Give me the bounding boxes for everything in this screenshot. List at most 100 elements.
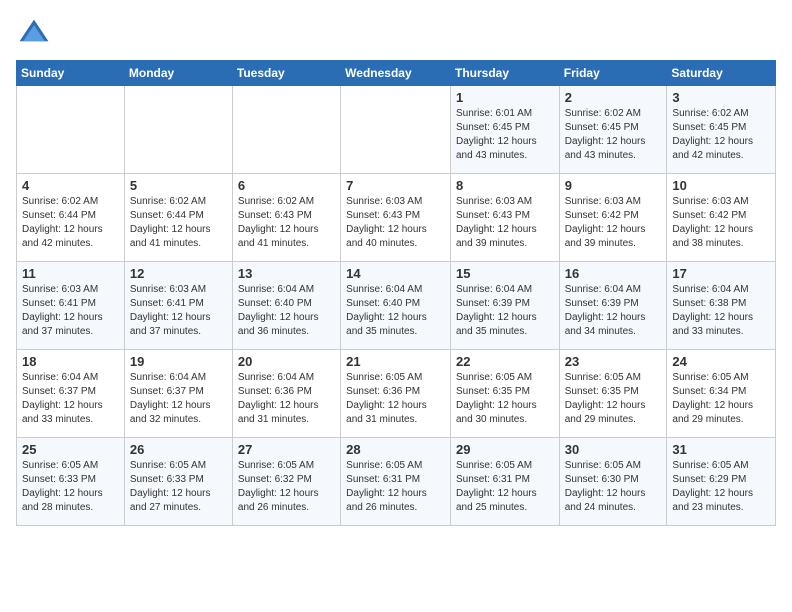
weekday-header-monday: Monday [124, 61, 232, 86]
calendar-cell: 22 Sunrise: 6:05 AM Sunset: 6:35 PM Dayli… [450, 350, 559, 438]
day-info: Sunrise: 6:04 AM Sunset: 6:37 PM Dayligh… [130, 371, 227, 427]
calendar-cell: 7 Sunrise: 6:03 AM Sunset: 6:43 PM Daylig… [341, 174, 451, 262]
day-info: Sunrise: 6:03 AM Sunset: 6:43 PM Dayligh… [346, 195, 445, 251]
calendar-cell: 29 Sunrise: 6:05 AM Sunset: 6:31 PM Dayli… [450, 438, 559, 526]
day-info: Sunrise: 6:05 AM Sunset: 6:33 PM Dayligh… [22, 459, 119, 515]
day-info: Sunrise: 6:05 AM Sunset: 6:35 PM Dayligh… [565, 371, 662, 427]
calendar-cell: 26Sunrise: 6:05 AM Sunset: 6:33 PM Dayli… [124, 438, 232, 526]
day-info: Sunrise: 6:02 AM Sunset: 6:44 PM Dayligh… [130, 195, 227, 251]
weekday-header-sunday: Sunday [17, 61, 125, 86]
day-number: 27 [238, 442, 335, 457]
day-info: Sunrise: 6:05 AM Sunset: 6:36 PM Dayligh… [346, 371, 445, 427]
calendar-cell: 23 Sunrise: 6:05 AM Sunset: 6:35 PM Dayli… [559, 350, 667, 438]
day-number: 7 [346, 178, 445, 193]
calendar-cell: 9 Sunrise: 6:03 AM Sunset: 6:42 PM Daylig… [559, 174, 667, 262]
calendar-cell: 4 Sunrise: 6:02 AM Sunset: 6:44 PM Daylig… [17, 174, 125, 262]
page-header [16, 16, 776, 52]
day-info: Sunrise: 6:02 AM Sunset: 6:43 PM Dayligh… [238, 195, 335, 251]
day-info: Sunrise: 6:02 AM Sunset: 6:45 PM Dayligh… [672, 107, 770, 163]
day-number: 13 [238, 266, 335, 281]
day-number: 23 [565, 354, 662, 369]
day-number: 15 [456, 266, 554, 281]
week-row-4: 18 Sunrise: 6:04 AM Sunset: 6:37 PM Dayli… [17, 350, 776, 438]
day-info: Sunrise: 6:02 AM Sunset: 6:45 PM Dayligh… [565, 107, 662, 163]
calendar-cell: 24 Sunrise: 6:05 AM Sunset: 6:34 PM Dayli… [667, 350, 776, 438]
day-info: Sunrise: 6:03 AM Sunset: 6:42 PM Dayligh… [565, 195, 662, 251]
weekday-header-friday: Friday [559, 61, 667, 86]
day-info: Sunrise: 6:04 AM Sunset: 6:40 PM Dayligh… [346, 283, 445, 339]
day-number: 4 [22, 178, 119, 193]
day-number: 12 [130, 266, 227, 281]
day-number: 3 [672, 90, 770, 105]
day-number: 10 [672, 178, 770, 193]
day-number: 6 [238, 178, 335, 193]
calendar-cell: 6 Sunrise: 6:02 AM Sunset: 6:43 PM Daylig… [232, 174, 340, 262]
day-number: 8 [456, 178, 554, 193]
calendar-table: SundayMondayTuesdayWednesdayThursdayFrid… [16, 60, 776, 526]
calendar-cell: 25 Sunrise: 6:05 AM Sunset: 6:33 PM Dayli… [17, 438, 125, 526]
day-info: Sunrise: 6:03 AM Sunset: 6:42 PM Dayligh… [672, 195, 770, 251]
weekday-header-saturday: Saturday [667, 61, 776, 86]
calendar-cell [232, 86, 340, 174]
week-row-2: 4 Sunrise: 6:02 AM Sunset: 6:44 PM Daylig… [17, 174, 776, 262]
day-number: 30 [565, 442, 662, 457]
day-number: 18 [22, 354, 119, 369]
day-number: 21 [346, 354, 445, 369]
day-info: Sunrise: 6:04 AM Sunset: 6:38 PM Dayligh… [672, 283, 770, 339]
day-info: Sunrise: 6:04 AM Sunset: 6:40 PM Dayligh… [238, 283, 335, 339]
calendar-cell [124, 86, 232, 174]
calendar-cell: 12 Sunrise: 6:03 AM Sunset: 6:41 PM Dayli… [124, 262, 232, 350]
day-info: Sunrise: 6:03 AM Sunset: 6:43 PM Dayligh… [456, 195, 554, 251]
calendar-cell: 17 Sunrise: 6:04 AM Sunset: 6:38 PM Dayli… [667, 262, 776, 350]
day-info: Sunrise: 6:05 AM Sunset: 6:35 PM Dayligh… [456, 371, 554, 427]
calendar-cell: 15 Sunrise: 6:04 AM Sunset: 6:39 PM Dayli… [450, 262, 559, 350]
day-info: Sunrise: 6:05 AM Sunset: 6:34 PM Dayligh… [672, 371, 770, 427]
day-info: Sunrise: 6:03 AM Sunset: 6:41 PM Dayligh… [22, 283, 119, 339]
day-number: 28 [346, 442, 445, 457]
day-info: Sunrise: 6:03 AM Sunset: 6:41 PM Dayligh… [130, 283, 227, 339]
day-number: 1 [456, 90, 554, 105]
logo [16, 16, 58, 52]
day-info: Sunrise: 6:04 AM Sunset: 6:36 PM Dayligh… [238, 371, 335, 427]
week-row-5: 25 Sunrise: 6:05 AM Sunset: 6:33 PM Dayli… [17, 438, 776, 526]
calendar-cell: 11Sunrise: 6:03 AM Sunset: 6:41 PM Dayli… [17, 262, 125, 350]
day-number: 24 [672, 354, 770, 369]
day-info: Sunrise: 6:04 AM Sunset: 6:39 PM Dayligh… [456, 283, 554, 339]
week-row-3: 11Sunrise: 6:03 AM Sunset: 6:41 PM Dayli… [17, 262, 776, 350]
calendar-cell: 27 Sunrise: 6:05 AM Sunset: 6:32 PM Dayli… [232, 438, 340, 526]
calendar-cell: 20 Sunrise: 6:04 AM Sunset: 6:36 PM Dayli… [232, 350, 340, 438]
weekday-header-tuesday: Tuesday [232, 61, 340, 86]
logo-icon [16, 16, 52, 52]
day-number: 29 [456, 442, 554, 457]
calendar-cell: 14Sunrise: 6:04 AM Sunset: 6:40 PM Dayli… [341, 262, 451, 350]
calendar-cell: 13 Sunrise: 6:04 AM Sunset: 6:40 PM Dayli… [232, 262, 340, 350]
day-info: Sunrise: 6:02 AM Sunset: 6:44 PM Dayligh… [22, 195, 119, 251]
calendar-cell [341, 86, 451, 174]
calendar-cell: 3 Sunrise: 6:02 AM Sunset: 6:45 PM Daylig… [667, 86, 776, 174]
weekday-header-row: SundayMondayTuesdayWednesdayThursdayFrid… [17, 61, 776, 86]
day-number: 19 [130, 354, 227, 369]
day-number: 22 [456, 354, 554, 369]
calendar-cell: 18Sunrise: 6:04 AM Sunset: 6:37 PM Dayli… [17, 350, 125, 438]
day-number: 31 [672, 442, 770, 457]
calendar-cell [17, 86, 125, 174]
day-number: 17 [672, 266, 770, 281]
day-number: 9 [565, 178, 662, 193]
calendar-cell: 30Sunrise: 6:05 AM Sunset: 6:30 PM Dayli… [559, 438, 667, 526]
day-number: 20 [238, 354, 335, 369]
weekday-header-wednesday: Wednesday [341, 61, 451, 86]
day-info: Sunrise: 6:05 AM Sunset: 6:32 PM Dayligh… [238, 459, 335, 515]
day-info: Sunrise: 6:05 AM Sunset: 6:29 PM Dayligh… [672, 459, 770, 515]
calendar-cell: 31 Sunrise: 6:05 AM Sunset: 6:29 PM Dayli… [667, 438, 776, 526]
day-number: 26 [130, 442, 227, 457]
day-info: Sunrise: 6:04 AM Sunset: 6:39 PM Dayligh… [565, 283, 662, 339]
day-number: 25 [22, 442, 119, 457]
calendar-cell: 16 Sunrise: 6:04 AM Sunset: 6:39 PM Dayli… [559, 262, 667, 350]
calendar-cell: 10 Sunrise: 6:03 AM Sunset: 6:42 PM Dayli… [667, 174, 776, 262]
weekday-header-thursday: Thursday [450, 61, 559, 86]
day-number: 5 [130, 178, 227, 193]
day-number: 2 [565, 90, 662, 105]
day-number: 16 [565, 266, 662, 281]
calendar-cell: 21 Sunrise: 6:05 AM Sunset: 6:36 PM Dayli… [341, 350, 451, 438]
day-info: Sunrise: 6:05 AM Sunset: 6:31 PM Dayligh… [456, 459, 554, 515]
